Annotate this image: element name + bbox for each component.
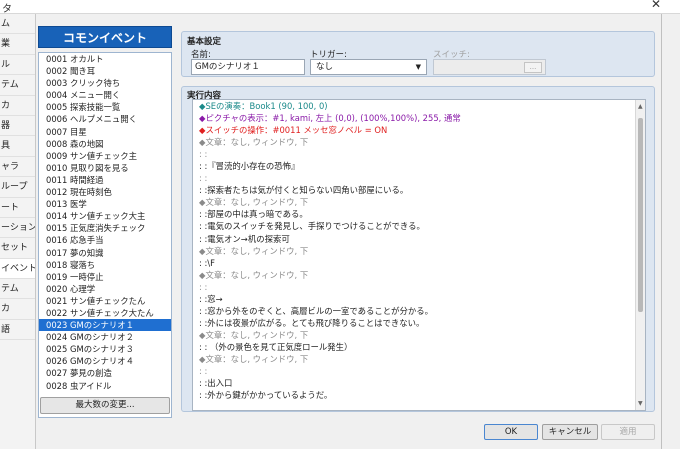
common-event-item[interactable]: 0023 GMのシナリオ１: [39, 319, 171, 332]
max-count-button[interactable]: 最大数の変更...: [40, 397, 170, 414]
command-list[interactable]: ◆SEの演奏：Book1 (90, 100, 0) ◆ピクチャの表示：#1, ka…: [192, 99, 646, 411]
common-event-item[interactable]: 0006 ヘルプメニュ開く: [39, 113, 171, 125]
command-line[interactable]: : :\F: [193, 257, 645, 269]
command-line[interactable]: ◆スイッチの操作：#0011 メッセ窓ノベル = ON: [193, 124, 645, 136]
database-tab-list: ム業ルテムカ器具ャラ ループ ート ーション セット イベント テムカ語: [0, 14, 36, 449]
command-line[interactable]: : :『冒涜的小存在の恐怖』: [193, 160, 645, 172]
common-event-item[interactable]: 0008 森の地図: [39, 138, 171, 150]
command-line[interactable]: : :外から鍵がかかっているようだ。: [193, 389, 645, 401]
common-event-item[interactable]: 0022 サン値チェック大たん: [39, 307, 171, 319]
database-tab[interactable]: ート: [0, 198, 35, 218]
command-line[interactable]: ◆文章：なし, ウィンドウ, 下: [193, 196, 645, 208]
command-line[interactable]: ◆文章：なし, ウィンドウ, 下: [193, 329, 645, 341]
database-tab[interactable]: ル: [0, 55, 35, 76]
common-event-item[interactable]: 0019 一時停止: [39, 271, 171, 283]
common-event-item[interactable]: 0012 現在時刻色: [39, 186, 171, 198]
common-event-item[interactable]: 0021 サン値チェックたん: [39, 295, 171, 307]
common-event-item[interactable]: 0002 聞き耳: [39, 65, 171, 77]
common-event-item[interactable]: 0004 メニュー開く: [39, 89, 171, 101]
common-event-item[interactable]: 0025 GMのシナリオ３: [39, 343, 171, 355]
common-event-item[interactable]: 0003 クリック待ち: [39, 77, 171, 89]
command-line[interactable]: : :外には夜景が広がる。とても飛び降りることはできない。: [193, 317, 645, 329]
common-event-item[interactable]: 0024 GMのシナリオ２: [39, 331, 171, 343]
basic-settings-panel: 基本設定 名前: GMのシナリオ１ トリガー: なし ▼ スイッチ: ...: [181, 31, 655, 77]
window-title: タ: [2, 4, 12, 15]
basic-settings-title: 基本設定: [187, 37, 222, 47]
common-event-list[interactable]: 0001 オカルト 0002 聞き耳 0003 クリック待ち 0004 メニュー開く 0…: [38, 52, 172, 418]
database-tab[interactable]: 具: [0, 136, 35, 157]
common-event-item[interactable]: 0017 夢の知識: [39, 247, 171, 259]
command-line[interactable]: : :: [193, 281, 645, 293]
command-line[interactable]: ◆文章：なし, ウィンドウ, 下: [193, 353, 645, 365]
command-line[interactable]: : :電気のスイッチを発見し、手探りでつけることができる。: [193, 220, 645, 232]
common-event-item[interactable]: 0028 虫アイドル: [39, 380, 171, 392]
common-event-item[interactable]: 0016 応急手当: [39, 234, 171, 246]
switch-browse-button: ...: [524, 62, 542, 73]
command-line[interactable]: : :窓から外をのぞくと、高層ビルの一室であることが分かる。: [193, 305, 645, 317]
command-line[interactable]: ◆文章：なし, ウィンドウ, 下: [193, 245, 645, 257]
database-tab[interactable]: 業: [0, 34, 35, 55]
database-tab[interactable]: 器: [0, 116, 35, 137]
database-tab[interactable]: カ: [0, 299, 35, 320]
database-tab[interactable]: 語: [0, 320, 35, 341]
database-tab[interactable]: イベント: [0, 258, 35, 280]
command-line[interactable]: ◆SEの演奏：Book1 (90, 100, 0): [193, 100, 645, 112]
common-event-item[interactable]: 0005 探索技能一覧: [39, 101, 171, 113]
ok-button[interactable]: OK: [484, 424, 538, 440]
database-tab[interactable]: テム: [0, 75, 35, 96]
trigger-value: なし: [316, 62, 334, 72]
database-tab[interactable]: ーション: [0, 218, 35, 239]
command-line[interactable]: ◆文章：なし, ウィンドウ, 下: [193, 136, 645, 148]
command-line[interactable]: : :: [193, 172, 645, 184]
common-event-panel: コモンイベント 0001 オカルト 0002 聞き耳 0003 クリック待ち 0004…: [38, 26, 172, 422]
scrollbar-thumb[interactable]: [638, 118, 643, 312]
command-line[interactable]: : : （外の景色を見て正気度ロール発生）: [193, 341, 645, 353]
vertical-scrollbar[interactable]: ▲ ▼: [635, 100, 645, 410]
command-line[interactable]: : :探索者たちは気が付くと知らない四角い部屋にいる。: [193, 184, 645, 196]
command-line[interactable]: : :出入口: [193, 377, 645, 389]
scroll-down-icon[interactable]: ▼: [638, 400, 643, 407]
apply-button: 適用: [601, 424, 655, 440]
trigger-select[interactable]: なし ▼: [310, 59, 427, 75]
switch-field: ...: [433, 59, 546, 75]
common-event-item[interactable]: 0026 GMのシナリオ４: [39, 355, 171, 367]
database-tab[interactable]: テム: [0, 279, 35, 300]
command-line[interactable]: : :窓→: [193, 293, 645, 305]
command-line[interactable]: ◆ピクチャの表示：#1, kami, 左上 (0,0), (100%,100%)…: [193, 112, 645, 124]
database-tab[interactable]: セット: [0, 238, 35, 259]
common-event-item[interactable]: 0009 サン値チェック主: [39, 150, 171, 162]
common-event-item[interactable]: 0011 時間経過: [39, 174, 171, 186]
close-icon[interactable]: ✕: [644, 0, 668, 13]
common-event-item[interactable]: 0007 目星: [39, 126, 171, 138]
common-event-item[interactable]: 0013 医学: [39, 198, 171, 210]
command-line[interactable]: : :: [193, 148, 645, 160]
scroll-up-icon[interactable]: ▲: [638, 103, 643, 110]
common-event-item[interactable]: 0001 オカルト: [39, 53, 171, 65]
common-event-header: コモンイベント: [38, 26, 172, 48]
database-tab[interactable]: カ: [0, 96, 35, 116]
cancel-button[interactable]: キャンセル: [542, 424, 598, 440]
database-tab[interactable]: ャラ: [0, 157, 35, 178]
name-input[interactable]: GMのシナリオ１: [191, 59, 305, 75]
execution-panel: 実行内容 ◆SEの演奏：Book1 (90, 100, 0) ◆ピクチャの表示：#…: [181, 86, 655, 412]
common-event-item[interactable]: 0027 夢見の創造: [39, 367, 171, 379]
command-line[interactable]: : :: [193, 365, 645, 377]
common-event-item[interactable]: 0014 サン値チェック大主: [39, 210, 171, 222]
command-line[interactable]: : :部屋の中は真っ暗である。: [193, 208, 645, 220]
common-event-item[interactable]: 0018 寝落ち: [39, 259, 171, 271]
command-line[interactable]: ◆文章：なし, ウィンドウ, 下: [193, 269, 645, 281]
command-line[interactable]: : :電気オン→机の探索可: [193, 233, 645, 245]
common-event-item[interactable]: 0010 見取り図を見る: [39, 162, 171, 174]
common-event-item[interactable]: 0015 正気度消失チェック: [39, 222, 171, 234]
common-event-item[interactable]: 0020 心理学: [39, 283, 171, 295]
title-bar: タ ✕: [0, 0, 680, 15]
database-tab[interactable]: ム: [0, 14, 35, 35]
chevron-down-icon: ▼: [415, 63, 421, 71]
database-tab[interactable]: ループ: [0, 177, 35, 198]
